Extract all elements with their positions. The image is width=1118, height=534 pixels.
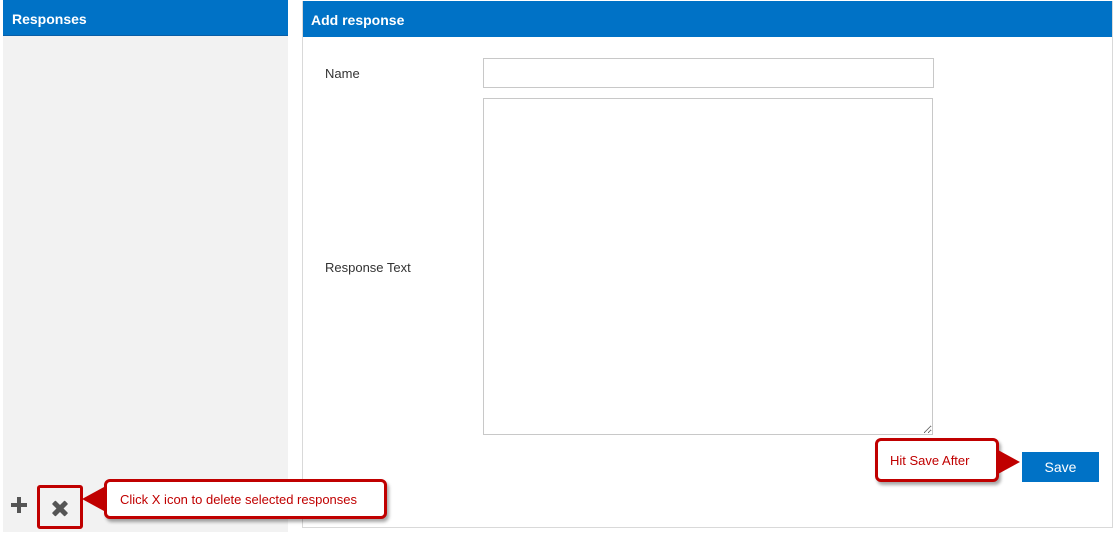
delete-callout: Click X icon to delete selected response…: [104, 479, 387, 519]
save-callout-arrow: [998, 450, 1020, 474]
save-callout: Hit Save After: [875, 438, 999, 482]
add-response-header: Add response: [303, 1, 1112, 37]
responses-panel-header: Responses: [3, 0, 288, 36]
responses-list[interactable]: [3, 37, 288, 482]
responses-panel: Responses: [3, 0, 288, 482]
delete-callout-arrow: [82, 487, 104, 511]
x-icon[interactable]: [46, 494, 74, 522]
delete-icon-highlight: [37, 485, 83, 529]
plus-icon[interactable]: [11, 490, 29, 520]
save-button[interactable]: Save: [1022, 452, 1099, 482]
name-label: Name: [325, 66, 360, 81]
response-text-label: Response Text: [325, 260, 411, 275]
response-text-input[interactable]: [483, 98, 933, 435]
name-input[interactable]: [483, 58, 934, 88]
